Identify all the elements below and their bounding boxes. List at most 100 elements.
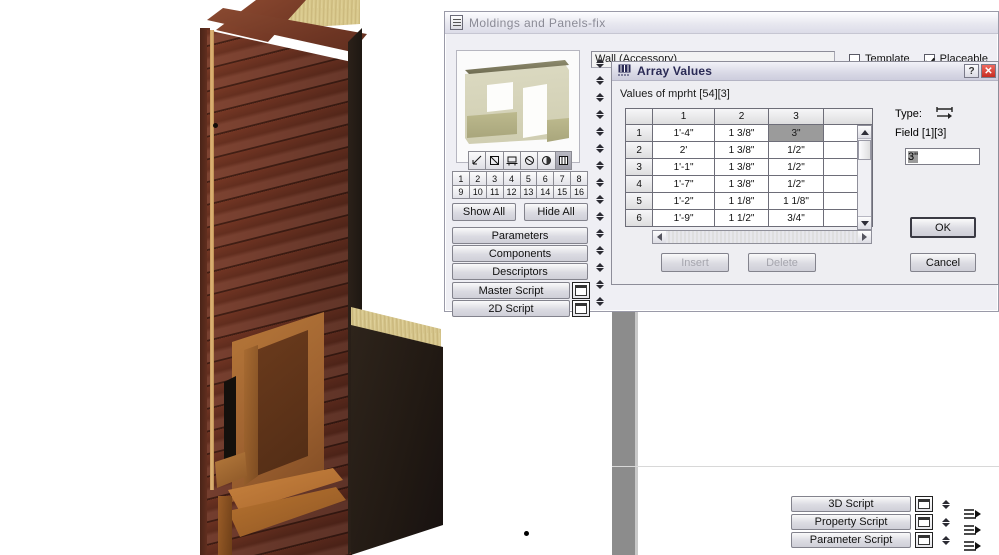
cell-r2c2[interactable]: 1 3/8" xyxy=(714,142,770,159)
spinner-control[interactable] xyxy=(594,227,606,240)
spinner-control[interactable] xyxy=(940,534,952,547)
spinner-control[interactable] xyxy=(594,244,606,257)
parameter-script-button[interactable]: Parameter Script xyxy=(791,532,911,548)
spinner-control[interactable] xyxy=(594,159,606,172)
2d-symbol-icon[interactable] xyxy=(468,151,486,170)
layer-button-5[interactable]: 5 xyxy=(519,171,537,185)
spinner-control[interactable] xyxy=(594,193,606,206)
object-preview[interactable] xyxy=(456,50,580,163)
spinner-control[interactable] xyxy=(594,125,606,138)
section-icon[interactable] xyxy=(519,151,538,170)
column-header-4[interactable] xyxy=(823,108,873,125)
cell-r3c1[interactable]: 1'-1" xyxy=(653,159,715,176)
spinner-column[interactable] xyxy=(594,57,607,315)
row-header-6[interactable]: 6 xyxy=(625,210,654,227)
goto-script-icon[interactable] xyxy=(963,508,983,520)
scroll-down-icon[interactable] xyxy=(858,216,871,229)
insert-button[interactable]: Insert xyxy=(661,253,729,272)
spinner-control[interactable] xyxy=(594,210,606,223)
spinner-control[interactable] xyxy=(940,498,952,511)
3d-script-window-icon[interactable] xyxy=(915,496,933,512)
field-value-input[interactable]: 3" xyxy=(905,148,980,165)
table-row[interactable]: 2 2' 1 3/8" 1/2" xyxy=(625,142,873,159)
spinner-control[interactable] xyxy=(594,57,606,70)
layer-button-11[interactable]: 11 xyxy=(485,185,503,199)
close-icon[interactable]: ✕ xyxy=(981,64,996,78)
layer-button-13[interactable]: 13 xyxy=(519,185,537,199)
parameter-script-window-icon[interactable] xyxy=(915,532,933,548)
spinner-control[interactable] xyxy=(594,278,606,291)
cell-r4c3[interactable]: 1/2" xyxy=(769,176,824,193)
column-header-2[interactable]: 2 xyxy=(714,108,770,125)
cell-r1c3[interactable]: 3" xyxy=(769,125,824,142)
cell-r5c1[interactable]: 1'-2" xyxy=(653,193,715,210)
cell-r5c3[interactable]: 1 1/8" xyxy=(769,193,824,210)
table-row[interactable]: 1 1'-4" 1 3/8" 3" xyxy=(625,125,873,142)
layer-button-12[interactable]: 12 xyxy=(502,185,520,199)
cell-r4c2[interactable]: 1 3/8" xyxy=(714,176,770,193)
layer-button-14[interactable]: 14 xyxy=(536,185,554,199)
layer-button-15[interactable]: 15 xyxy=(553,185,571,199)
scroll-thumb[interactable] xyxy=(858,140,871,160)
property-script-button[interactable]: Property Script xyxy=(791,514,911,530)
cell-r4c1[interactable]: 1'-7" xyxy=(653,176,715,193)
spinner-control[interactable] xyxy=(594,142,606,155)
parameters-button[interactable]: Parameters xyxy=(452,227,588,244)
cell-r2c3[interactable]: 1/2" xyxy=(769,142,824,159)
preview-icon[interactable] xyxy=(554,151,572,170)
components-button[interactable]: Components xyxy=(452,245,588,262)
3d-script-button[interactable]: 3D Script xyxy=(791,496,911,512)
scroll-right-icon[interactable] xyxy=(858,231,871,243)
column-header-3[interactable]: 3 xyxy=(769,108,824,125)
scroll-track[interactable] xyxy=(666,231,858,243)
spinner-control[interactable] xyxy=(594,108,606,121)
layer-button-16[interactable]: 16 xyxy=(570,185,588,199)
goto-script-icon[interactable] xyxy=(963,540,983,552)
help-button[interactable]: ? xyxy=(964,64,979,78)
goto-script-arrows[interactable] xyxy=(963,508,985,555)
spinner-control[interactable] xyxy=(594,91,606,104)
table-vertical-scrollbar[interactable] xyxy=(857,125,872,230)
row-header-2[interactable]: 2 xyxy=(625,142,654,159)
floor-plan-icon[interactable] xyxy=(502,151,520,170)
layer-button-8[interactable]: 8 xyxy=(570,171,588,185)
scroll-up-icon[interactable] xyxy=(858,126,871,139)
spinner-control[interactable] xyxy=(594,176,606,189)
delete-button[interactable]: Delete xyxy=(748,253,816,272)
hide-all-button[interactable]: Hide All xyxy=(524,203,588,221)
cell-r2c1[interactable]: 2' xyxy=(653,142,715,159)
layer-button-1[interactable]: 1 xyxy=(452,171,469,185)
spinner-control[interactable] xyxy=(594,295,606,308)
cell-r5c2[interactable]: 1 1/8" xyxy=(714,193,770,210)
row-header-3[interactable]: 3 xyxy=(625,159,654,176)
layer-button-4[interactable]: 4 xyxy=(502,171,520,185)
table-row[interactable]: 5 1'-2" 1 1/8" 1 1/8" xyxy=(625,193,873,210)
array-values-table[interactable]: 1 2 3 1 1'-4" 1 3/8" 3" 2 2' 1 3/8" 1/2"… xyxy=(625,108,873,230)
window-titlebar[interactable]: Moldings and Panels-fix xyxy=(445,12,998,34)
cell-r6c1[interactable]: 1'-9" xyxy=(653,210,715,227)
column-header-1[interactable]: 1 xyxy=(653,108,715,125)
layer-button-2[interactable]: 2 xyxy=(468,171,486,185)
show-all-button[interactable]: Show All xyxy=(452,203,516,221)
cell-r6c2[interactable]: 1 1/2" xyxy=(714,210,770,227)
2d-script-button[interactable]: 2D Script xyxy=(452,300,570,317)
layer-button-9[interactable]: 9 xyxy=(452,185,469,199)
ok-button[interactable]: OK xyxy=(910,217,976,238)
2d-script-window-icon[interactable] xyxy=(572,300,590,317)
3d-model-viewport[interactable] xyxy=(0,0,444,555)
master-script-button[interactable]: Master Script xyxy=(452,282,570,299)
property-script-window-icon[interactable] xyxy=(915,514,933,530)
descriptors-button[interactable]: Descriptors xyxy=(452,263,588,280)
cell-r6c3[interactable]: 3/4" xyxy=(769,210,824,227)
layer-button-7[interactable]: 7 xyxy=(553,171,571,185)
row-header-5[interactable]: 5 xyxy=(625,193,654,210)
scroll-left-icon[interactable] xyxy=(653,231,666,243)
goto-script-icon[interactable] xyxy=(963,524,983,536)
scrollbar-thumb-vertical[interactable] xyxy=(612,312,635,555)
3d-view-icon[interactable] xyxy=(537,151,555,170)
row-header-4[interactable]: 4 xyxy=(625,176,654,193)
master-script-window-icon[interactable] xyxy=(572,282,590,299)
view-mode-toolbar[interactable] xyxy=(468,151,572,170)
layer-button-grid[interactable]: 1 2 3 4 5 6 7 8 9 10 11 12 13 14 15 16 xyxy=(452,171,588,199)
spinner-control[interactable] xyxy=(940,516,952,529)
